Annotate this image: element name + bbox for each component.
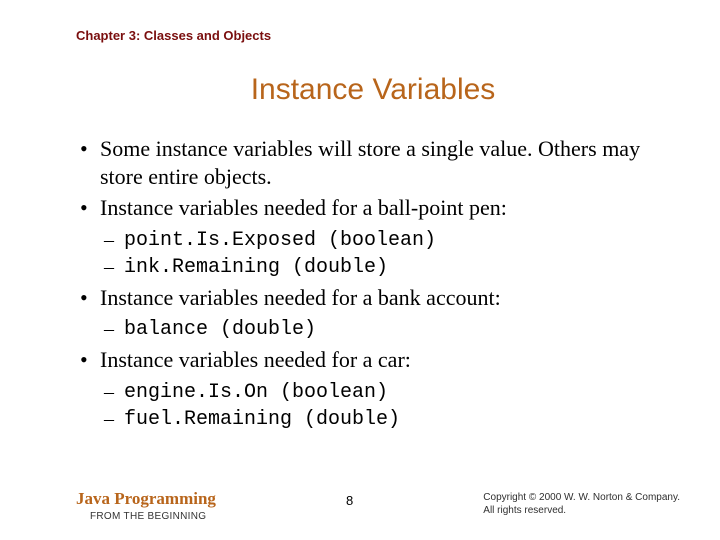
bullet-text: Instance variables needed for a bank acc… xyxy=(100,285,501,310)
sub-item: point.Is.Exposed (boolean) xyxy=(124,228,670,253)
bullet-text: Instance variables needed for a car: xyxy=(100,347,411,372)
slide-page: Chapter 3: Classes and Objects Instance … xyxy=(0,0,720,540)
sub-list: balance (double) xyxy=(100,317,670,342)
sub-item: ink.Remaining (double) xyxy=(124,255,670,280)
sub-item: engine.Is.On (boolean) xyxy=(124,380,670,405)
copyright-line: All rights reserved. xyxy=(483,504,680,517)
copyright-line: Copyright © 2000 W. W. Norton & Company. xyxy=(483,491,680,504)
page-number: 8 xyxy=(216,489,483,508)
book-subtitle: FROM THE BEGINNING xyxy=(90,511,216,522)
sub-list: point.Is.Exposed (boolean) ink.Remaining… xyxy=(100,228,670,280)
sub-item: fuel.Remaining (double) xyxy=(124,407,670,432)
book-brand: Java Programming FROM THE BEGINNING xyxy=(76,489,216,522)
bullet-item: Instance variables needed for a ball-poi… xyxy=(100,194,670,280)
bullet-item: Some instance variables will store a sin… xyxy=(100,135,670,190)
bullet-list: Some instance variables will store a sin… xyxy=(76,135,670,432)
book-title: Java Programming xyxy=(76,489,216,509)
copyright: Copyright © 2000 W. W. Norton & Company.… xyxy=(483,489,680,517)
bullet-item: Instance variables needed for a car: eng… xyxy=(100,346,670,432)
bullet-text: Some instance variables will store a sin… xyxy=(100,136,640,189)
chapter-heading: Chapter 3: Classes and Objects xyxy=(76,28,670,43)
sub-item: balance (double) xyxy=(124,317,670,342)
bullet-item: Instance variables needed for a bank acc… xyxy=(100,284,670,343)
bullet-text: Instance variables needed for a ball-poi… xyxy=(100,195,507,220)
sub-list: engine.Is.On (boolean) fuel.Remaining (d… xyxy=(100,380,670,432)
slide-footer: Java Programming FROM THE BEGINNING 8 Co… xyxy=(76,489,680,522)
slide-title: Instance Variables xyxy=(76,73,670,107)
